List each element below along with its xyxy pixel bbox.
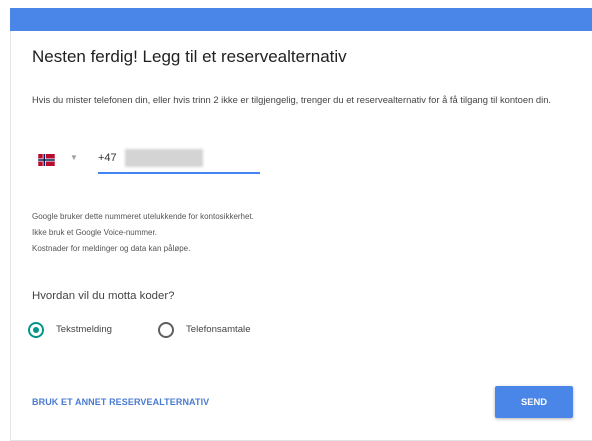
page-title: Nesten ferdig! Legg til et reservealtern… xyxy=(32,47,347,66)
radio-unchecked-icon[interactable] xyxy=(158,322,174,338)
radio-label-phone-call: Telefonsamtale xyxy=(186,324,251,335)
top-bar xyxy=(10,8,592,31)
code-method-radio-group: Tekstmelding Telefonsamtale xyxy=(28,322,328,342)
note-line: Kostnader for meldinger og data kan pålø… xyxy=(32,244,191,253)
norway-flag-icon[interactable] xyxy=(38,153,55,166)
code-method-question: Hvordan vil du motta koder? xyxy=(32,290,175,302)
note-line: Ikke bruk et Google Voice-nummer. xyxy=(32,228,157,237)
backup-option-page: Nesten ferdig! Legg til et reservealtern… xyxy=(0,0,592,441)
radio-label-text-message: Tekstmelding xyxy=(56,324,112,335)
phone-number-input[interactable]: +47 xyxy=(98,149,260,174)
phone-notes: Google bruker dette nummeret utelukkende… xyxy=(32,209,254,257)
note-line: Google bruker dette nummeret utelukkende… xyxy=(32,212,254,221)
intro-text: Hvis du mister telefonen din, eller hvis… xyxy=(32,94,552,105)
use-other-backup-option-button[interactable]: BRUK ET ANNET RESERVEALTERNATIV xyxy=(32,397,209,407)
send-button[interactable]: SEND xyxy=(495,386,573,418)
caret-down-icon[interactable]: ▼ xyxy=(70,153,78,162)
phone-number-row: ▼ +47 xyxy=(32,149,272,174)
country-code: +47 xyxy=(98,152,117,164)
phone-number-value-redacted xyxy=(125,149,203,167)
radio-checked-icon[interactable] xyxy=(28,322,44,338)
